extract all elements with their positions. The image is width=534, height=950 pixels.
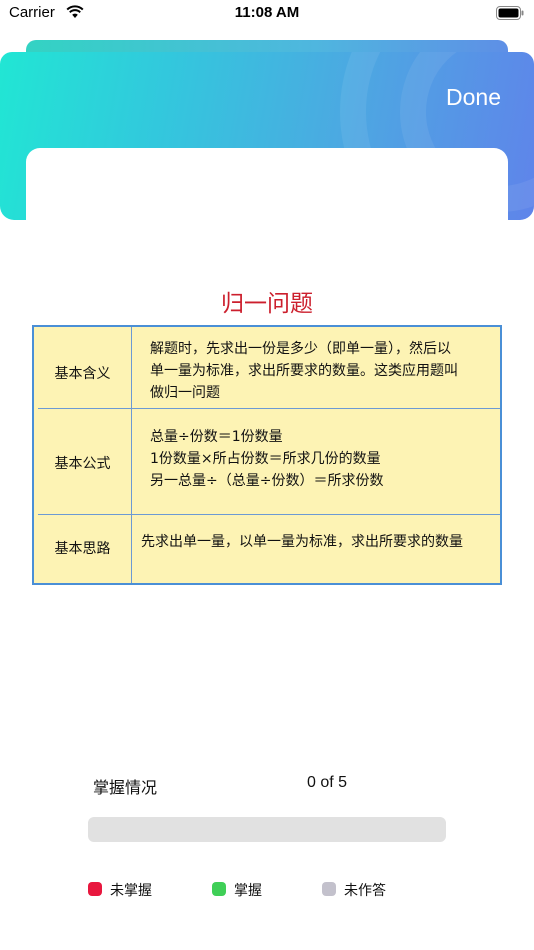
text-line: 1份数量×所占份数＝所求几份的数量: [150, 451, 381, 467]
row-text: 解题时，先求出一份是多少（即单一量），然后以 单一量为标准，求出所要求的数量。这…: [150, 338, 458, 404]
mastery-progress-bar: [88, 817, 446, 842]
legend-swatch-green: [212, 882, 226, 896]
mastery-label: 掌握情况: [93, 778, 158, 797]
legend-swatch-gray: [322, 882, 336, 896]
row-label: 基本含义: [54, 366, 111, 382]
text-line: 单一量为标准，求出所要求的数量。这类应用题叫: [150, 363, 458, 379]
legend-swatch-red: [88, 882, 102, 896]
text-line: 另一总量÷（总量÷份数）＝所求份数: [150, 473, 384, 489]
text-line: 先求出单一量，以单一量为标准，求出所要求的数量: [141, 534, 463, 550]
info-table: 基本含义 解题时，先求出一份是多少（即单一量），然后以 单一量为标准，求出所要求…: [32, 325, 502, 585]
legend-label: 未作答: [344, 883, 386, 899]
legend-label: 掌握: [234, 883, 262, 899]
mastery-count: 0 of 5: [307, 774, 348, 791]
battery-icon: [496, 6, 524, 20]
content-card: [26, 148, 508, 228]
table-row: 基本公式 总量÷份数＝1份数量 1份数量×所占份数＝所求几份的数量 另一总量÷（…: [34, 409, 500, 513]
row-label: 基本思路: [54, 541, 111, 557]
legend-label: 未掌握: [110, 883, 152, 899]
row-label: 基本公式: [54, 456, 111, 472]
text-line: 做归一问题: [150, 385, 220, 401]
row-text: 先求出单一量，以单一量为标准，求出所要求的数量: [141, 531, 463, 553]
text-line: 解题时，先求出一份是多少（即单一量），然后以: [150, 341, 451, 357]
table-row: 基本思路 先求出单一量，以单一量为标准，求出所要求的数量: [34, 515, 500, 583]
done-button[interactable]: Done: [446, 84, 501, 111]
row-text: 总量÷份数＝1份数量 1份数量×所占份数＝所求几份的数量 另一总量÷（总量÷份数…: [150, 426, 383, 492]
content-title: 归一问题: [221, 291, 313, 317]
clock: 11:08 AM: [234, 4, 300, 21]
text-line: 总量÷份数＝1份数量: [150, 429, 283, 445]
status-bar: Carrier 11:08 AM: [0, 0, 534, 30]
table-row: 基本含义 解题时，先求出一份是多少（即单一量），然后以 单一量为标准，求出所要求…: [34, 327, 500, 408]
